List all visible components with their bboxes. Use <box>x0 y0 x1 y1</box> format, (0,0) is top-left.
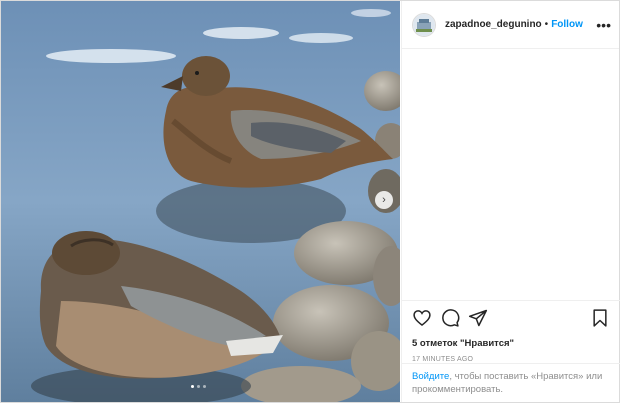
bookmark-icon[interactable] <box>590 308 610 328</box>
carousel-next-button[interactable]: › <box>375 191 393 209</box>
comment-icon[interactable] <box>440 308 460 328</box>
more-options-button[interactable]: ••• <box>596 17 611 33</box>
login-link[interactable]: Войдите <box>412 371 449 382</box>
post-sidebar: zapadnoe_degunino • Follow ••• 5 отметок… <box>401 1 620 402</box>
share-icon[interactable] <box>468 308 488 328</box>
likes-count[interactable]: 5 отметок "Нравится" <box>412 338 610 349</box>
action-icons <box>412 307 610 329</box>
post-actions: 5 отметок "Нравится" 17 MINUTES AGO <box>402 300 620 363</box>
post-timestamp[interactable]: 17 MINUTES AGO <box>412 356 610 363</box>
avatar-image <box>413 13 435 36</box>
login-prompt: Войдите, чтобы поставить «Нравится» или … <box>402 363 620 402</box>
follow-button[interactable]: Follow <box>551 19 583 30</box>
header-separator: • <box>544 19 549 30</box>
ducks-photo <box>1 1 400 402</box>
avatar[interactable] <box>412 12 436 37</box>
carousel-dot <box>203 385 206 388</box>
carousel-dot <box>191 385 194 388</box>
post-header: zapadnoe_degunino • Follow ••• <box>402 1 619 49</box>
post-photo[interactable]: › <box>1 1 400 402</box>
instagram-post: › zapadnoe_degunino • Follow ••• 5 отмет… <box>0 0 620 403</box>
carousel-dot <box>197 385 200 388</box>
heart-icon[interactable] <box>412 308 432 328</box>
carousel-indicator <box>191 385 206 388</box>
username-link[interactable]: zapadnoe_degunino <box>445 19 542 30</box>
